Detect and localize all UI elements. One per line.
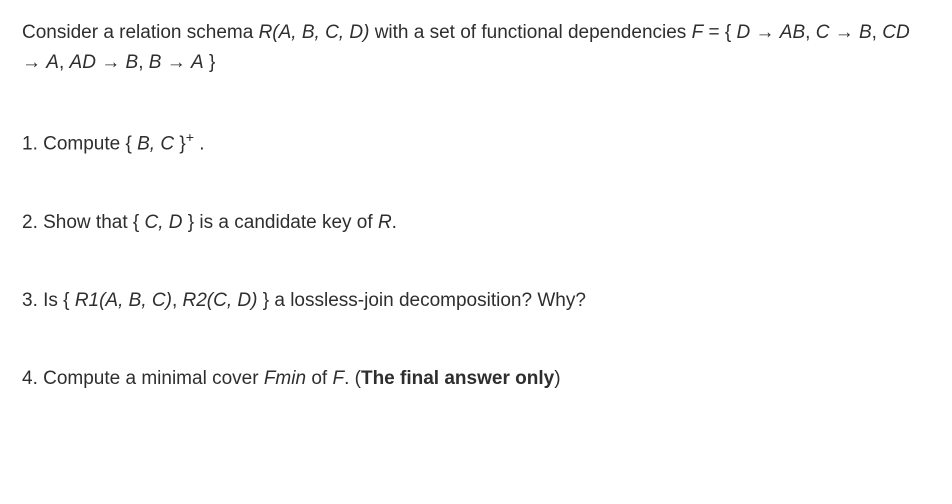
arrow5: → — [161, 52, 191, 73]
q3-sep: , — [172, 290, 183, 311]
q1-num: 1. — [22, 133, 43, 154]
intro-text-1: Consider a relation schema — [22, 22, 259, 43]
fd3-left: CD — [882, 22, 909, 43]
q2-num: 2. — [22, 212, 43, 233]
q4-period: . ( — [344, 368, 361, 389]
question-2: 2. Show that { C, D } is a candidate key… — [22, 208, 930, 238]
q4-text-before: Compute a minimal cover — [43, 368, 264, 389]
arrow4: → — [96, 52, 126, 73]
q4-f: F — [332, 368, 344, 389]
question-4: 4. Compute a minimal cover Fmin of F. (T… — [22, 364, 930, 394]
fd1-left: D — [736, 22, 750, 43]
q4-close: ) — [554, 368, 560, 389]
q2-rel: R — [378, 212, 392, 233]
sep4: , — [138, 52, 149, 73]
fd-label: F — [692, 22, 704, 43]
equals: = { — [703, 22, 736, 43]
q4-bold: The final answer only — [361, 368, 554, 389]
q3-text-before: Is { — [43, 290, 75, 311]
fd4-left: AD — [70, 52, 96, 73]
q1-set: B, C — [137, 133, 174, 154]
close-brace: } — [204, 52, 216, 73]
problem-intro: Consider a relation schema R(A, B, C, D)… — [22, 18, 930, 79]
q4-fmin: Fmin — [264, 368, 306, 389]
fd4-right: B — [126, 52, 139, 73]
q3-num: 3. — [22, 290, 43, 311]
fd5-left: B — [149, 52, 162, 73]
arrow3: → — [22, 52, 46, 73]
fd3-right: A — [46, 52, 59, 73]
fd1-right: AB — [780, 22, 805, 43]
q3-r2: R2(C, D) — [183, 290, 258, 311]
fd5-right: A — [191, 52, 204, 73]
q1-period: . — [194, 133, 205, 154]
q4-num: 4. — [22, 368, 43, 389]
q1-text-before: Compute { — [43, 133, 137, 154]
q2-text-mid: } is a candidate key of — [183, 212, 378, 233]
q1-super: + — [186, 130, 194, 146]
q2-period: . — [392, 212, 397, 233]
q1-text-after: } — [174, 133, 186, 154]
q3-text-after: } a lossless-join decomposition? Why? — [257, 290, 585, 311]
q4-text-mid: of — [306, 368, 332, 389]
schema: R(A, B, C, D) — [259, 22, 370, 43]
q2-text-before: Show that { — [43, 212, 144, 233]
q3-r1: R1(A, B, C) — [75, 290, 172, 311]
intro-text-2: with a set of functional dependencies — [369, 22, 691, 43]
arrow2: → — [829, 22, 859, 43]
sep1: , — [805, 22, 816, 43]
sep2: , — [872, 22, 883, 43]
fd2-right: B — [859, 22, 872, 43]
question-1: 1. Compute { B, C }+ . — [22, 127, 930, 160]
question-3: 3. Is { R1(A, B, C), R2(C, D) } a lossle… — [22, 286, 930, 316]
fd2-left: C — [816, 22, 830, 43]
arrow1: → — [750, 22, 780, 43]
q2-set: C, D — [145, 212, 183, 233]
sep3: , — [59, 52, 70, 73]
